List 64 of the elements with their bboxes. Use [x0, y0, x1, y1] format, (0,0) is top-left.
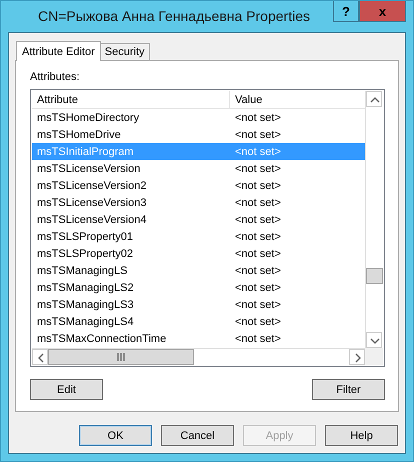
- attribute-row[interactable]: msTSHomeDrive <not set>: [32, 126, 365, 143]
- tab[interactable]: Security: [100, 43, 150, 60]
- dialog-button[interactable]: Cancel: [161, 425, 234, 446]
- attribute-name: msTSHomeDirectory: [36, 112, 140, 124]
- attribute-value: <not set>: [234, 128, 281, 140]
- attribute-value: <not set>: [234, 248, 281, 260]
- attribute-value: <not set>: [234, 230, 281, 242]
- attribute-value: <not set>: [234, 316, 281, 328]
- attribute-name: msTSLicenseVersion: [36, 162, 142, 174]
- column-header[interactable]: Value: [230, 91, 262, 108]
- attribute-name: msTSManagingLS3: [36, 298, 135, 310]
- attribute-value: <not set>: [234, 196, 281, 208]
- attribute-value: <not set>: [234, 298, 281, 310]
- tab[interactable]: Attribute Editor: [16, 41, 101, 61]
- grip-icon: [117, 353, 125, 361]
- scroll-up-icon[interactable]: [366, 91, 382, 107]
- attribute-row[interactable]: msTSManagingLS4 <not set>: [32, 313, 365, 330]
- close-button[interactable]: x: [359, 1, 406, 22]
- attribute-value: <not set>: [234, 332, 281, 344]
- scrollbar-corner: [365, 348, 383, 365]
- attribute-name: msTSManagingLS: [36, 264, 128, 276]
- attribute-value: <not set>: [234, 264, 281, 276]
- attribute-value: <not set>: [234, 162, 281, 174]
- scroll-down-icon[interactable]: [366, 332, 382, 348]
- scroll-left-icon[interactable]: [32, 349, 48, 365]
- attribute-row[interactable]: msTSLicenseVersion4 <not set>: [32, 211, 365, 228]
- attribute-row[interactable]: msTSLSProperty01 <not set>: [32, 228, 365, 245]
- attribute-row[interactable]: msTSLicenseVersion2 <not set>: [32, 177, 365, 194]
- scroll-thumb[interactable]: [48, 349, 194, 365]
- attribute-value: <not set>: [234, 282, 281, 294]
- window-title: CN=Рыжова Анна Геннадьевна Properties: [37, 7, 311, 24]
- attribute-row[interactable]: msTSLicenseVersion <not set>: [32, 160, 365, 177]
- attribute-value: <not set>: [234, 146, 281, 158]
- attribute-row[interactable]: msTSManagingLS3 <not set>: [32, 296, 365, 313]
- attribute-name: msTSLicenseVersion3: [36, 196, 148, 208]
- scroll-right-icon[interactable]: [349, 349, 365, 365]
- attribute-name: msTSMaxConnectionTime: [36, 332, 168, 344]
- attribute-row[interactable]: msTSManagingLS <not set>: [32, 262, 365, 279]
- attribute-row[interactable]: msTSMaxConnectionTime <not set>: [32, 330, 365, 347]
- attribute-value: <not set>: [234, 180, 281, 192]
- filter-button[interactable]: Filter: [312, 379, 385, 400]
- vertical-scrollbar[interactable]: [365, 91, 383, 348]
- dialog-button[interactable]: OK: [79, 425, 152, 446]
- column-header[interactable]: Attribute: [32, 91, 230, 108]
- edit-button[interactable]: Edit: [30, 379, 103, 400]
- attribute-name: msTSHomeDrive: [36, 128, 122, 140]
- attribute-name: msTSLicenseVersion2: [36, 180, 148, 192]
- attribute-name: msTSLicenseVersion4: [36, 214, 148, 226]
- attribute-value: <not set>: [234, 112, 281, 124]
- attribute-name: msTSInitialProgram: [36, 146, 135, 158]
- attribute-row[interactable]: msTSHomeDirectory <not set>: [32, 109, 365, 126]
- attributes-label: Attributes:: [30, 71, 81, 85]
- attribute-value: <not set>: [234, 214, 281, 226]
- horizontal-scrollbar[interactable]: [32, 348, 365, 365]
- attribute-name: msTSLSProperty01: [36, 230, 134, 242]
- attribute-name: msTSManagingLS2: [36, 282, 135, 294]
- scroll-thumb[interactable]: [366, 268, 383, 284]
- attribute-row[interactable]: msTSLSProperty02 <not set>: [32, 245, 365, 262]
- attribute-name: msTSLSProperty02: [36, 248, 134, 260]
- help-button[interactable]: ?: [333, 1, 359, 22]
- attribute-row[interactable]: msTSManagingLS2 <not set>: [32, 279, 365, 296]
- dialog-button[interactable]: Help: [325, 425, 398, 446]
- attribute-name: msTSManagingLS4: [36, 316, 135, 328]
- attribute-row[interactable]: msTSLicenseVersion3 <not set>: [32, 194, 365, 211]
